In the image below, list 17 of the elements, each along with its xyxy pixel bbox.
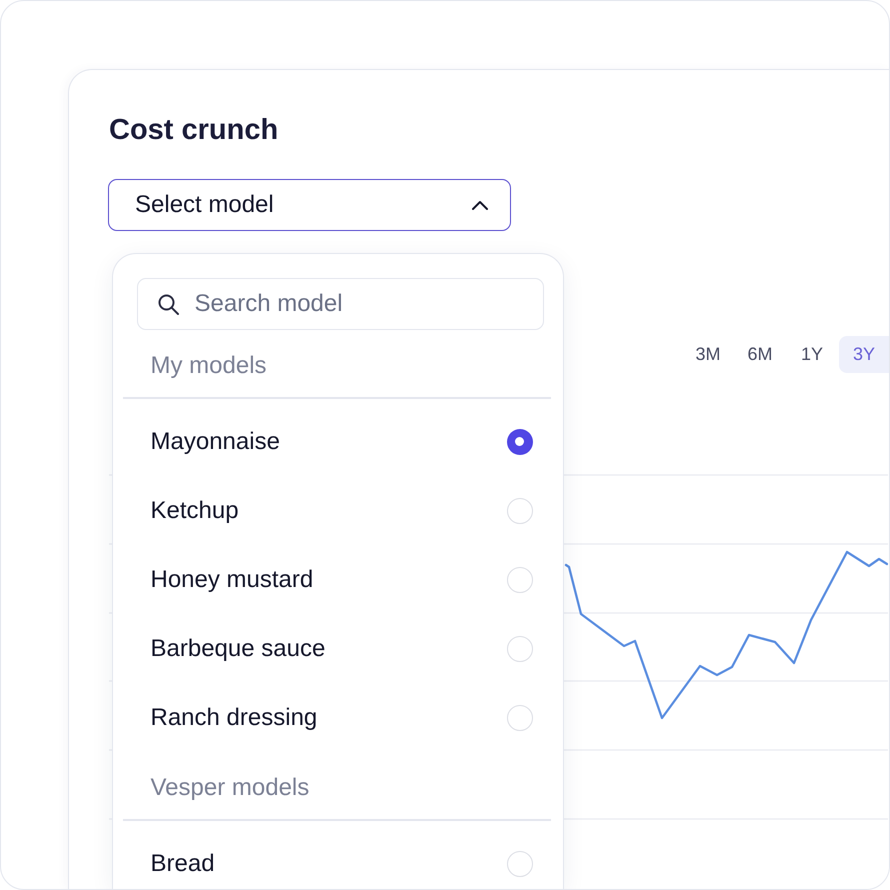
- model-option[interactable]: Ketchup: [122, 490, 551, 532]
- model-select[interactable]: Select model: [108, 179, 511, 231]
- model-option[interactable]: Barbeque sauce: [122, 628, 551, 670]
- model-option[interactable]: Bread: [122, 842, 551, 884]
- search-field[interactable]: Search model: [136, 278, 544, 330]
- range-tab[interactable]: 1Y: [787, 336, 837, 373]
- range-tab[interactable]: 3Y: [839, 336, 889, 373]
- model-option[interactable]: Honey mustard: [122, 558, 551, 600]
- model-option[interactable]: Ranch dressing: [122, 696, 551, 738]
- card-title: Cost crunch: [109, 113, 278, 148]
- search-icon: [158, 294, 178, 314]
- range-tab[interactable]: 6M: [735, 336, 785, 373]
- group-heading: Vesper models: [150, 773, 310, 803]
- group-heading: My models: [150, 351, 267, 381]
- model-option[interactable]: Mayonnaise: [122, 420, 551, 462]
- chevron-up-icon: [472, 200, 488, 210]
- range-tab[interactable]: 3M: [683, 336, 733, 373]
